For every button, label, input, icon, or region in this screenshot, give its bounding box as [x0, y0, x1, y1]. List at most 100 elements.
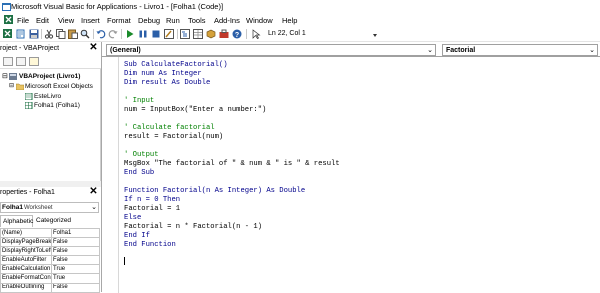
code-margin[interactable]: [102, 57, 119, 293]
menu-run[interactable]: Run: [166, 16, 180, 25]
table-row[interactable]: EnableOutlining False: [0, 282, 100, 293]
toolbar-overflow-icon[interactable]: [372, 32, 378, 42]
menu-tools[interactable]: Tools: [188, 16, 206, 25]
insert-module-icon[interactable]: [16, 29, 26, 39]
paste-icon[interactable]: [68, 29, 78, 39]
properties-pane-header: roperties - Folha1 ✕: [0, 187, 101, 199]
toggle-folders-icon[interactable]: [29, 57, 39, 66]
code-line[interactable]: ' Output: [124, 151, 159, 160]
project-explorer-icon[interactable]: [180, 29, 190, 39]
property-value[interactable]: True: [51, 264, 100, 275]
code-line[interactable]: Factorial = 1: [124, 205, 180, 214]
menu-edit[interactable]: Edit: [36, 16, 49, 25]
table-row[interactable]: DisplayPageBreaks False: [0, 237, 100, 248]
toolbar-separator: [177, 29, 178, 39]
property-value[interactable]: False: [51, 246, 100, 257]
property-value[interactable]: True: [51, 273, 100, 284]
tree-folder-expand-icon[interactable]: ⊟: [9, 82, 14, 89]
tree-item-folha1[interactable]: Folha1 (Folha1): [34, 102, 80, 109]
menu-help[interactable]: Help: [282, 16, 297, 25]
code-line[interactable]: Dim num As Integer: [124, 70, 202, 79]
table-row[interactable]: EnableCalculation True: [0, 264, 100, 275]
cut-icon[interactable]: [44, 29, 54, 39]
save-icon[interactable]: [29, 29, 39, 39]
code-line[interactable]: ' Input: [124, 97, 154, 106]
menu-debug[interactable]: Debug: [138, 16, 160, 25]
cursor-position-icon: [251, 29, 261, 39]
code-line[interactable]: result = Factorial(num): [124, 133, 223, 142]
property-name: EnableCalculation: [0, 264, 52, 275]
toolbar-separator: [41, 29, 42, 39]
property-value[interactable]: False: [51, 255, 100, 266]
code-line[interactable]: End Function: [124, 241, 176, 250]
property-name: DisplayPageBreaks: [0, 237, 52, 248]
properties-grid: (Name) Folha1 DisplayPageBreaks False Disp…: [0, 227, 100, 293]
table-row[interactable]: DisplayRightToLeft False: [0, 246, 100, 257]
workbook-icon: [24, 92, 33, 101]
object-name: Folha1: [2, 204, 23, 211]
run-icon[interactable]: [125, 29, 135, 39]
project-pane-title: roject - VBAProject: [0, 45, 60, 52]
close-project-pane-icon[interactable]: ✕: [88, 43, 99, 54]
code-line[interactable]: Function Factorial(n As Integer) As Doub…: [124, 187, 305, 196]
object-combo-value: (General): [110, 46, 141, 54]
property-value[interactable]: False: [51, 237, 100, 248]
menu-bar: File Edit View Insert Format Debug Run T…: [0, 14, 600, 27]
property-value[interactable]: Folha1: [51, 227, 100, 239]
object-browser-icon[interactable]: [206, 29, 216, 39]
menu-insert[interactable]: Insert: [81, 16, 100, 25]
code-line[interactable]: Sub CalculateFactorial(): [124, 61, 228, 70]
property-name: EnableOutlining: [0, 282, 52, 293]
design-mode-icon[interactable]: [164, 29, 174, 39]
code-editor[interactable]: Sub CalculateFactorial() Dim num As Inte…: [102, 56, 600, 293]
menu-addins[interactable]: Add-Ins: [214, 16, 240, 25]
tab-categorized[interactable]: Categorized: [34, 215, 76, 227]
chevron-down-icon: ⌄: [589, 46, 595, 54]
excel-menu-icon[interactable]: [4, 15, 14, 25]
help-icon[interactable]: ?: [232, 29, 242, 39]
code-line[interactable]: Dim result As Double: [124, 79, 210, 88]
copy-icon[interactable]: [56, 29, 66, 39]
project-tree: ⊟ VBAProject (Livro1) ⊟ Microsoft Excel …: [0, 69, 101, 181]
table-row[interactable]: (Name) Folha1: [0, 227, 100, 239]
code-line[interactable]: If n = 0 Then: [124, 196, 180, 205]
properties-window-icon[interactable]: [193, 29, 203, 39]
code-line[interactable]: num = InputBox("Enter a number:"): [124, 106, 266, 115]
code-line[interactable]: MsgBox "The factorial of " & num & " is …: [124, 160, 340, 169]
menu-format[interactable]: Format: [107, 16, 131, 25]
break-icon[interactable]: [138, 29, 148, 39]
table-row[interactable]: EnableFormatConditionsTrue: [0, 273, 100, 284]
cursor-position-label: Ln 22, Col 1: [268, 30, 306, 37]
code-line[interactable]: Factorial = n * Factorial(n - 1): [124, 223, 262, 232]
code-line[interactable]: End Sub: [124, 169, 154, 178]
tree-item-estelivro[interactable]: EsteLivro: [34, 93, 61, 100]
tree-folder[interactable]: Microsoft Excel Objects: [25, 83, 93, 90]
menu-file[interactable]: File: [17, 16, 29, 25]
tab-alphabetic[interactable]: Alphabetic: [0, 215, 33, 227]
table-row[interactable]: EnableAutoFilter False: [0, 255, 100, 266]
find-icon[interactable]: [80, 29, 90, 39]
redo-icon[interactable]: [108, 29, 118, 39]
chevron-down-icon: ⌄: [427, 46, 433, 54]
svg-text:?: ?: [235, 32, 239, 39]
undo-icon[interactable]: [96, 29, 106, 39]
properties-object-select[interactable]: Folha1 Worksheet ⌄: [0, 202, 99, 213]
view-object-icon[interactable]: [16, 57, 26, 66]
menu-view[interactable]: View: [58, 16, 74, 25]
code-window: (General) ⌄ Factorial ⌄ Sub CalculateFac…: [102, 42, 600, 293]
object-combo[interactable]: (General) ⌄: [106, 44, 436, 56]
code-line[interactable]: End If: [124, 232, 150, 241]
tree-project[interactable]: VBAProject (Livro1): [19, 73, 80, 80]
property-name: DisplayRightToLeft: [0, 246, 52, 257]
property-value[interactable]: False: [51, 282, 100, 293]
procedure-combo[interactable]: Factorial ⌄: [442, 44, 598, 56]
close-properties-pane-icon[interactable]: ✕: [88, 187, 99, 198]
toolbox-icon[interactable]: [219, 29, 229, 39]
view-code-icon[interactable]: [3, 57, 13, 66]
tree-expand-icon[interactable]: ⊟: [2, 72, 8, 80]
reset-icon[interactable]: [151, 29, 161, 39]
code-line[interactable]: Else: [124, 214, 141, 223]
menu-window[interactable]: Window: [246, 16, 273, 25]
code-line[interactable]: ' Calculate factorial: [124, 124, 215, 133]
excel-icon[interactable]: [3, 29, 13, 39]
